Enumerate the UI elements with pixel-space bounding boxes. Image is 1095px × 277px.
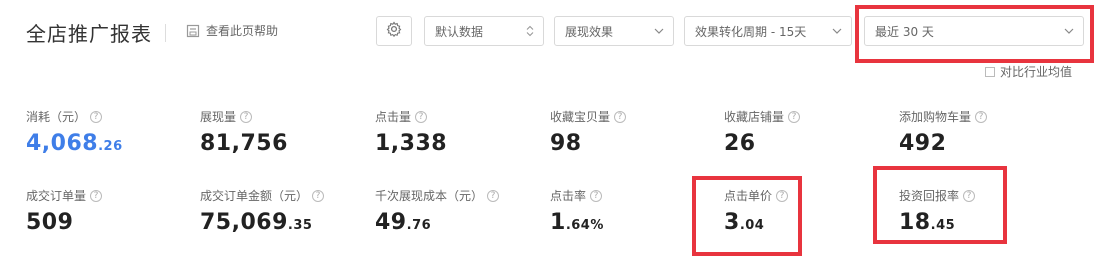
metric-cpc: 点击单价? 3.04 <box>724 187 789 235</box>
chevron-down-icon <box>654 28 664 34</box>
compare-industry-toggle[interactable]: 对比行业均值 <box>985 63 1072 80</box>
help-icon[interactable]: ? <box>240 110 253 123</box>
metric-int: 81,756 <box>200 131 288 156</box>
metric-int: 492 <box>899 131 947 156</box>
metric-dec: .45 <box>930 218 956 233</box>
metric-value: 81,756 <box>200 131 288 156</box>
metric-label: 添加购物车量 <box>899 110 972 124</box>
metric-int: 49 <box>375 210 407 235</box>
metric-label: 点击单价 <box>724 189 773 203</box>
metric-item-favorites: 收藏宝贝量? 98 <box>550 108 627 156</box>
metric-label: 点击率 <box>550 189 587 203</box>
metric-label: 投资回报率 <box>899 189 960 203</box>
effect-select[interactable]: 展现效果 <box>554 16 674 46</box>
metric-value: 26 <box>724 131 800 156</box>
metric-value: 4,068.26 <box>26 131 123 156</box>
metric-dec: .35 <box>287 218 313 233</box>
metric-label: 点击量 <box>375 110 412 124</box>
metric-int: 4,068 <box>26 131 99 156</box>
metric-int: 509 <box>26 210 74 235</box>
help-icon[interactable]: ? <box>415 110 428 123</box>
metric-roi: 投资回报率? 18.45 <box>899 187 976 235</box>
metric-int: 98 <box>550 131 582 156</box>
metric-value: 509 <box>26 210 102 235</box>
help-icon[interactable]: ? <box>614 110 627 123</box>
metric-add-to-cart: 添加购物车量? 492 <box>899 108 988 156</box>
data-type-select[interactable]: 默认数据 <box>424 16 544 46</box>
conversion-cycle-select[interactable]: 效果转化周期 - 15天 <box>684 16 852 46</box>
metric-value: 18.45 <box>899 210 975 235</box>
effect-value: 展现效果 <box>565 24 614 39</box>
help-icon[interactable]: ? <box>590 189 603 202</box>
metric-int: 18 <box>899 210 931 235</box>
metric-impressions: 展现量? 81,756 <box>200 108 288 156</box>
title-divider <box>165 24 166 42</box>
metric-cpm: 千次展现成本（元）? 49.76 <box>375 187 500 235</box>
metric-shop-favorites: 收藏店铺量? 26 <box>724 108 801 156</box>
metric-label: 成交订单金额（元） <box>200 189 309 203</box>
metric-label: 消耗（元） <box>26 110 87 124</box>
metric-dec: .04 <box>739 218 765 233</box>
metric-order-amount: 成交订单金额（元）? 75,069.35 <box>200 187 325 235</box>
metric-int: 26 <box>724 131 756 156</box>
metric-orders: 成交订单量? 509 <box>26 187 103 235</box>
help-icon[interactable]: ? <box>788 110 801 123</box>
data-type-value: 默认数据 <box>435 24 484 39</box>
help-doc-icon <box>186 24 200 38</box>
gear-icon <box>386 21 402 41</box>
metric-dec: .76 <box>406 218 432 233</box>
metric-label: 收藏店铺量 <box>724 110 785 124</box>
metric-value: 75,069.35 <box>200 210 324 235</box>
help-link-label: 查看此页帮助 <box>206 24 279 38</box>
sort-arrows-icon <box>526 25 534 37</box>
page-title: 全店推广报表 <box>26 22 152 46</box>
help-icon[interactable]: ? <box>90 110 103 123</box>
report-page: 全店推广报表 查看此页帮助 默认数据 展现效果 效果转化周期 - 15天 最近 … <box>0 0 1095 277</box>
date-range-value: 最近 30 天 <box>875 24 934 39</box>
metric-value: 1,338 <box>375 131 447 156</box>
metric-int: 75,069 <box>200 210 288 235</box>
metric-value: 3.04 <box>724 210 788 235</box>
metric-label: 收藏宝贝量 <box>550 110 611 124</box>
metric-clicks: 点击量? 1,338 <box>375 108 447 156</box>
compare-label: 对比行业均值 <box>1000 65 1073 79</box>
metric-value: 98 <box>550 131 626 156</box>
metric-label: 成交订单量 <box>26 189 87 203</box>
help-link[interactable]: 查看此页帮助 <box>186 22 278 39</box>
date-range-select[interactable]: 最近 30 天 <box>864 16 1084 46</box>
compare-checkbox[interactable] <box>985 66 995 77</box>
metric-int: 1 <box>550 210 566 235</box>
metric-dec: .26 <box>98 139 123 154</box>
help-icon[interactable]: ? <box>975 110 988 123</box>
help-icon[interactable]: ? <box>90 189 103 202</box>
settings-button[interactable] <box>376 16 412 46</box>
chevron-down-icon <box>832 28 842 34</box>
metric-ctr: 点击率? 1.64% <box>550 187 604 235</box>
metric-value: 492 <box>899 131 987 156</box>
help-icon[interactable]: ? <box>963 189 976 202</box>
conversion-cycle-value: 效果转化周期 - 15天 <box>695 24 807 39</box>
metric-label: 千次展现成本（元） <box>375 189 484 203</box>
metric-label: 展现量 <box>200 110 237 124</box>
metric-int: 3 <box>724 210 740 235</box>
help-icon[interactable]: ? <box>312 189 325 202</box>
metric-cost: 消耗（元）? 4,068.26 <box>26 108 123 156</box>
help-icon[interactable]: ? <box>776 189 789 202</box>
chevron-down-icon <box>1064 28 1074 34</box>
metric-dec: .64% <box>565 218 604 233</box>
metric-int: 1,338 <box>375 131 448 156</box>
help-icon[interactable]: ? <box>487 189 500 202</box>
metric-value: 49.76 <box>375 210 499 235</box>
metric-value: 1.64% <box>550 210 604 235</box>
